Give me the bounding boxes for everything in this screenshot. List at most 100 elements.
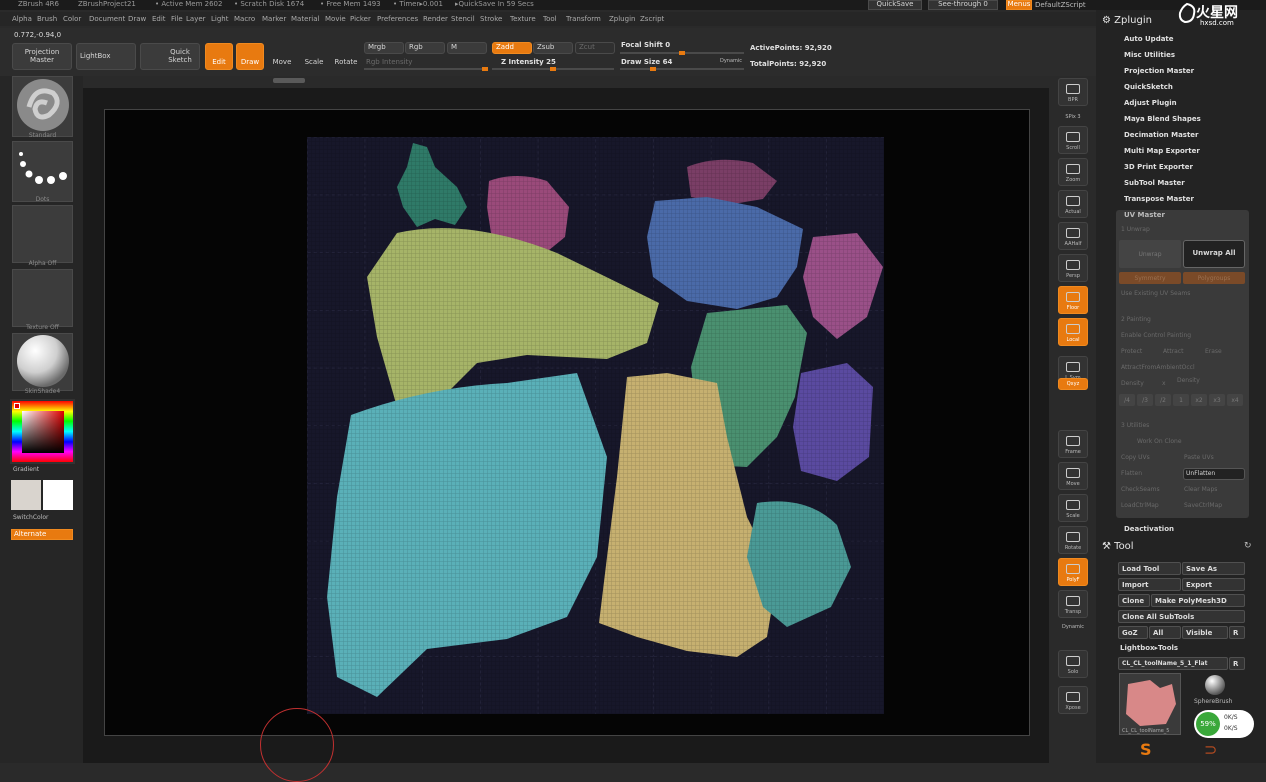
secondary-color-swatch[interactable] [43,480,73,510]
tray-handle[interactable] [273,78,305,83]
current-tool-slider[interactable]: CL_CL_toolName_5_1_Flat [1118,657,1228,670]
erase-button[interactable]: Erase [1205,348,1222,355]
density-option[interactable]: 1 [1173,394,1189,406]
scale-button[interactable]: Scale [300,43,328,70]
zplugin-item-auto-update[interactable]: Auto Update [1124,35,1174,43]
rgb-button[interactable]: Rgb [405,42,445,54]
shelf-spix-3[interactable]: SPix 3 [1058,108,1088,122]
menu-zscript[interactable]: Zscript [640,15,664,23]
alpha-thumbnail[interactable] [12,205,73,263]
move-button[interactable]: Move [268,43,296,70]
menu-draw[interactable]: Draw [128,15,146,23]
unflatten-button[interactable]: UnFlatten [1183,468,1245,480]
shelf-scroll[interactable]: Scroll [1058,126,1088,154]
draw-size-slider[interactable]: Draw Size 64 [621,58,672,66]
shelf-polyf[interactable]: PolyF [1058,558,1088,586]
use-existing-seams[interactable]: Use Existing UV Seams [1121,290,1190,297]
refresh-icon[interactable]: ↻ [1244,541,1252,551]
s-tool-icon[interactable]: S [1140,740,1152,759]
density-option[interactable]: /3 [1137,394,1153,406]
saturation-square[interactable] [22,411,64,453]
zplugin-item-multi-map-exporter[interactable]: Multi Map Exporter [1124,147,1200,155]
enable-control-painting[interactable]: Enable Control Painting [1121,332,1191,339]
menus-button[interactable]: Menus [1006,0,1032,10]
zplugin-item-misc-utilities[interactable]: Misc Utilities [1124,51,1175,59]
goz-all-button[interactable]: All [1149,626,1181,639]
menu-picker[interactable]: Picker [350,15,371,23]
mrgb-button[interactable]: Mrgb [364,42,404,54]
shelf-rotate[interactable]: Rotate [1058,526,1088,554]
tool-header[interactable]: ⚒ Tool [1102,541,1134,552]
menu-stroke[interactable]: Stroke [480,15,502,23]
save-ctrl-map-button[interactable]: SaveCtrlMap [1184,502,1222,509]
zcut-button[interactable]: Zcut [575,42,615,54]
density-slider[interactable]: Density [1177,377,1200,384]
menu-macro[interactable]: Macro [234,15,255,23]
menu-color[interactable]: Color [63,15,81,23]
menu-edit[interactable]: Edit [152,15,166,23]
menu-material[interactable]: Material [291,15,319,23]
check-seams-button[interactable]: CheckSeams [1121,486,1160,493]
zsub-button[interactable]: Zsub [533,42,573,54]
main-color-swatch[interactable] [11,480,41,510]
draw-size-handle[interactable] [650,67,656,71]
shelf-scale[interactable]: Scale [1058,494,1088,522]
goz-r-button[interactable]: R [1229,626,1245,639]
dynamic-toggle[interactable]: Dynamic [720,58,742,64]
rgb-intensity-handle[interactable] [482,67,488,71]
material-thumbnail[interactable] [12,333,73,391]
edit-button[interactable]: Edit [205,43,233,70]
unwrap-all-button[interactable]: Unwrap All [1183,240,1245,268]
make-polymesh-button[interactable]: Make PolyMesh3D [1151,594,1245,607]
menu-light[interactable]: Light [211,15,228,23]
zplugin-item-maya-blend-shapes[interactable]: Maya Blend Shapes [1124,115,1201,123]
flatten-button[interactable]: Flatten [1121,470,1142,477]
shelf-qxyz[interactable]: Qxyz [1058,378,1088,390]
z-intensity-handle[interactable] [550,67,556,71]
menu-file[interactable]: File [171,15,183,23]
shelf-aahalf[interactable]: AAHalf [1058,222,1088,250]
menu-layer[interactable]: Layer [186,15,206,23]
focal-shift-handle[interactable] [679,51,685,55]
rotate-button[interactable]: Rotate [332,43,360,70]
shelf-zoom[interactable]: Zoom [1058,158,1088,186]
see-through-slider[interactable]: See-through 0 [928,0,998,10]
density-option[interactable]: x3 [1209,394,1225,406]
export-button[interactable]: Export [1182,578,1245,591]
zplugin-header[interactable]: ⚙ Zplugin [1102,15,1152,26]
zadd-button[interactable]: Zadd [492,42,532,54]
density-option[interactable]: x2 [1191,394,1207,406]
gradient-label[interactable]: Gradient [13,466,39,473]
shelf-bpr[interactable]: BPR [1058,78,1088,106]
focal-shift-track[interactable] [620,51,744,55]
z-intensity-track[interactable] [492,67,614,71]
copy-uvs-button[interactable]: Copy UVs [1121,454,1150,461]
menu-tool[interactable]: Tool [543,15,557,23]
import-button[interactable]: Import [1118,578,1181,591]
color-picker[interactable] [10,399,75,464]
shelf-move[interactable]: Move [1058,462,1088,490]
density-option[interactable]: /4 [1119,394,1135,406]
draw-button[interactable]: Draw [236,43,264,70]
menu-preferences[interactable]: Preferences [377,15,418,23]
work-on-clone-button[interactable]: Work On Clone [1137,438,1182,445]
load-tool-button[interactable]: Load Tool [1118,562,1181,575]
shelf-actual[interactable]: Actual [1058,190,1088,218]
clear-maps-button[interactable]: Clear Maps [1184,486,1217,493]
shelf-xpose[interactable]: Xpose [1058,686,1088,714]
current-tool-thumbnail[interactable]: CL_CL_toolName_5 [1119,673,1181,735]
menu-brush[interactable]: Brush [37,15,57,23]
brush-thumbnail[interactable] [12,76,73,137]
m-button[interactable]: M [447,42,487,54]
attract-button[interactable]: Attract [1163,348,1184,355]
zplugin-item-projection-master[interactable]: Projection Master [1124,67,1194,75]
shelf-persp[interactable]: Persp [1058,254,1088,282]
projection-master-button[interactable]: Projection Master [12,43,72,70]
focal-shift-slider[interactable]: Focal Shift 0 [621,41,670,49]
polygroups-button[interactable]: Polygroups [1183,272,1245,284]
zplugin-item-transpose-master[interactable]: Transpose Master [1124,195,1194,203]
menu-marker[interactable]: Marker [262,15,286,23]
hook-tool-icon[interactable]: ⊃ [1204,740,1217,759]
menu-stencil[interactable]: Stencil [451,15,475,23]
protect-button[interactable]: Protect [1121,348,1142,355]
